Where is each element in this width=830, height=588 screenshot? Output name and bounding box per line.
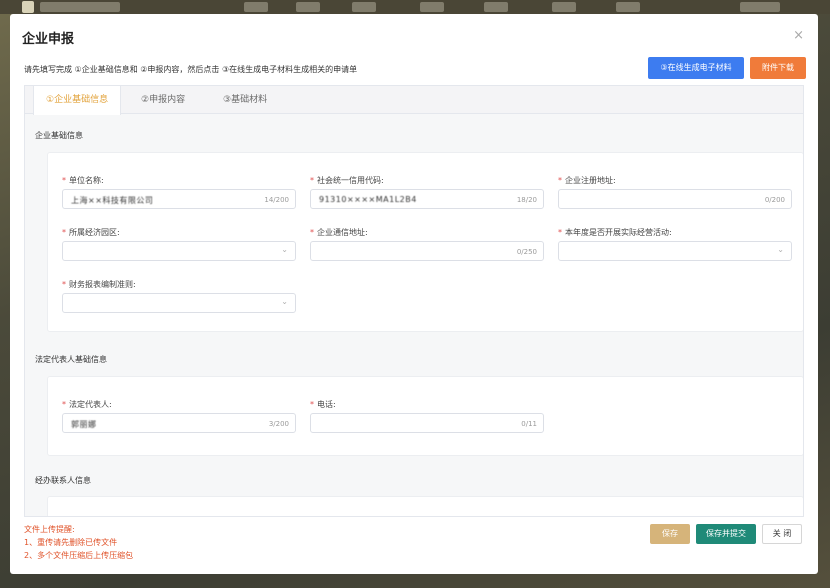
background-nav-item: [552, 2, 576, 12]
generate-electronic-materials-button[interactable]: ③在线生成电子材料: [648, 57, 744, 79]
tab-basic-info[interactable]: ①企业基础信息: [33, 86, 122, 115]
reg-address-label: * 企业注册地址:: [558, 176, 616, 185]
phone-input[interactable]: 0/11: [310, 413, 544, 433]
park-label: * 所属经济园区:: [62, 228, 120, 237]
activity-select[interactable]: ⌄: [558, 241, 792, 261]
legal-rep-label: * 法定代表人:: [62, 400, 112, 409]
instruction-text: 请先填写完成 ①企业基础信息和 ②申报内容，然后点击 ③在线生成电子材料生成相关…: [24, 65, 358, 74]
background-user-menu: [740, 2, 780, 12]
section-title-basic: 企业基础信息: [35, 131, 83, 140]
attachment-download-button[interactable]: 附件下载: [750, 57, 806, 79]
phone-label: * 电话:: [310, 400, 336, 409]
accounting-label: * 财务报表编制准则:: [62, 280, 136, 289]
unit-name-label: * 单位名称:: [62, 176, 104, 185]
unit-name-count: 14/200: [264, 196, 289, 204]
contact-card: [47, 496, 803, 516]
close-button[interactable]: 关 闭: [762, 524, 802, 544]
reg-address-count: 0/200: [764, 196, 785, 204]
background-nav-item: [244, 2, 268, 12]
reg-address-input[interactable]: 0/200: [558, 189, 792, 209]
credit-code-value: 91310××××MA1L2B4: [319, 195, 417, 204]
unit-name-value: 上海××科技有限公司: [71, 196, 154, 205]
phone-count: 0/11: [521, 420, 537, 428]
upload-tip-title: 文件上传提醒:: [24, 525, 75, 534]
background-header: [0, 0, 830, 14]
activity-label: * 本年度是否开展实际经营活动:: [558, 228, 672, 237]
credit-code-input[interactable]: 91310××××MA1L2B4 18/20: [310, 189, 544, 209]
tab-bar: ①企业基础信息 ②申报内容 ③基础材料: [25, 86, 803, 115]
mail-address-label: * 企业通信地址:: [310, 228, 368, 237]
close-icon[interactable]: ×: [793, 28, 804, 43]
legal-rep-value: 郭丽娜: [71, 420, 97, 429]
background-logo: [22, 1, 34, 13]
section-title-legal: 法定代表人基础信息: [35, 355, 107, 364]
section-title-contact: 经办联系人信息: [35, 476, 91, 485]
dialog-title: 企业申报: [22, 32, 75, 47]
basic-info-card: * 单位名称: 上海××科技有限公司 14/200 * 社会统一信用代码: 9131…: [47, 152, 803, 332]
unit-name-input[interactable]: 上海××科技有限公司 14/200: [62, 189, 296, 209]
legal-rep-card: * 法定代表人: 郭丽娜 3/200 * 电话: 0/11: [47, 376, 803, 456]
enterprise-declaration-dialog: 企业申报 × 请先填写完成 ①企业基础信息和 ②申报内容，然后点击 ③在线生成电…: [10, 14, 818, 574]
upload-tip-2: 2、多个文件压缩后上传压缩包: [24, 551, 134, 560]
accounting-select[interactable]: ⌄: [62, 293, 296, 313]
mail-address-count: 0/250: [516, 248, 537, 256]
background-nav-item: [484, 2, 508, 12]
tab-declaration-content[interactable]: ②申报内容: [129, 86, 197, 114]
background-nav-item: [352, 2, 376, 12]
form-panel: ①企业基础信息 ②申报内容 ③基础材料 企业基础信息 * 单位名称: 上海××科技…: [24, 85, 804, 517]
background-nav-item: [616, 2, 640, 12]
credit-code-count: 18/20: [516, 196, 537, 204]
save-button[interactable]: 保存: [650, 524, 690, 544]
credit-code-label: * 社会统一信用代码:: [310, 176, 384, 185]
park-select[interactable]: ⌄: [62, 241, 296, 261]
background-site-title: [40, 2, 120, 12]
mail-address-input[interactable]: 0/250: [310, 241, 544, 261]
chevron-down-icon: ⌄: [281, 245, 288, 254]
legal-rep-input[interactable]: 郭丽娜 3/200: [62, 413, 296, 433]
save-and-submit-button[interactable]: 保存并提交: [696, 524, 756, 544]
background-nav-item: [420, 2, 444, 12]
upload-tip-1: 1、重传请先删除已传文件: [24, 538, 118, 547]
chevron-down-icon: ⌄: [281, 297, 288, 306]
tab-basic-materials[interactable]: ③基础材料: [211, 86, 279, 114]
legal-rep-count: 3/200: [268, 420, 289, 428]
chevron-down-icon: ⌄: [777, 245, 784, 254]
background-nav-item: [296, 2, 320, 12]
